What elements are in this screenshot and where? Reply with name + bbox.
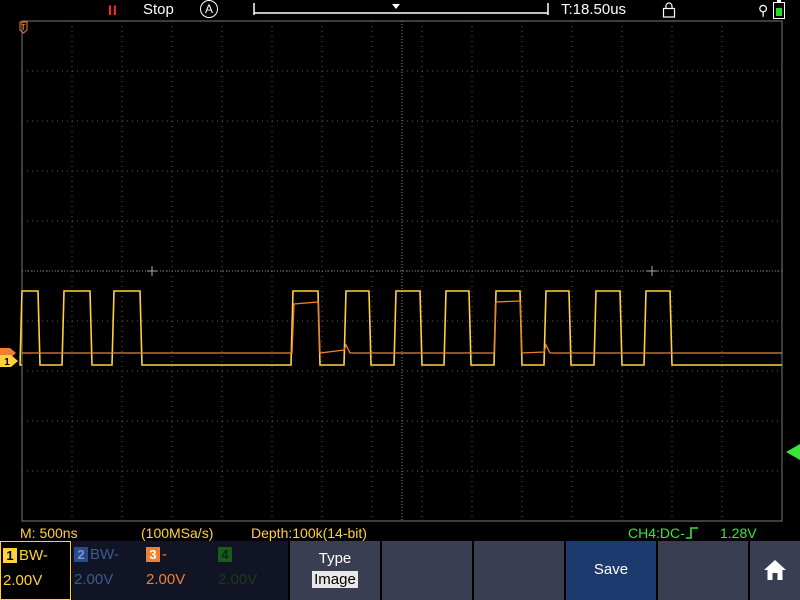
- bottom-status-bar: M: 500ns (100MSa/s) Depth:100k(14-bit) C…: [0, 525, 800, 541]
- type-softkey[interactable]: Type Image: [290, 541, 380, 600]
- trigger-source-label: CH4:DC-: [628, 525, 685, 541]
- trigger-mode-icon[interactable]: A: [200, 0, 218, 18]
- channel-1-scale: 2.00V: [3, 572, 43, 589]
- save-softkey[interactable]: Save: [566, 541, 656, 600]
- record-depth[interactable]: Depth:100k(14-bit): [251, 525, 367, 541]
- top-status-bar: II Stop A T:18.50us ⚲: [0, 0, 800, 20]
- channel-2-button[interactable]: 2 BW- 2.00V: [72, 541, 144, 600]
- horizontal-scale[interactable]: M: 500ns: [20, 525, 78, 541]
- channel-3-number: 3: [146, 547, 160, 562]
- type-softkey-value: Image: [312, 571, 358, 588]
- type-softkey-title: Type: [318, 550, 352, 567]
- lock-icon[interactable]: [662, 2, 676, 18]
- channel-4-number: 4: [218, 547, 232, 562]
- trigger-level-marker: [786, 444, 800, 460]
- memory-position-bar[interactable]: [253, 3, 549, 15]
- channel-1-bandwidth: BW-: [19, 547, 48, 564]
- channel-4-scale: 2.00V: [218, 571, 258, 588]
- empty-softkey-3[interactable]: [474, 541, 564, 600]
- home-icon: [764, 560, 786, 580]
- empty-softkey-5[interactable]: [658, 541, 748, 600]
- usb-icon: ⚲: [758, 2, 769, 18]
- channel-3-scale: 2.00V: [146, 571, 186, 588]
- trigger-time-readout[interactable]: T:18.50us: [561, 1, 626, 19]
- run-stop-icon[interactable]: II: [108, 1, 118, 19]
- empty-softkey-2[interactable]: [382, 541, 472, 600]
- trigger-source[interactable]: CH4:DC-: [628, 525, 699, 541]
- ch1-offset-label: 1: [4, 357, 10, 368]
- channel-4-button[interactable]: 4 2.00V: [216, 541, 288, 600]
- channel-3-bandwidth: -: [162, 546, 167, 563]
- battery-icon: [773, 0, 785, 19]
- trigger-position-label: T: [21, 23, 26, 32]
- home-button[interactable]: [750, 541, 800, 600]
- softkey-menu: 1 BW- 2.00V 2 BW- 2.00V 3- 2.00V 4 2.00V T…: [0, 541, 800, 600]
- waveform-display[interactable]: T1: [0, 20, 800, 526]
- rising-edge-icon: [685, 527, 698, 539]
- channel-1-number: 1: [3, 548, 17, 563]
- channel-3-button[interactable]: 3- 2.00V: [144, 541, 216, 600]
- channel-2-number: 2: [74, 547, 88, 562]
- channel-1-button[interactable]: 1 BW- 2.00V: [0, 541, 71, 600]
- sample-rate: (100MSa/s): [141, 525, 214, 541]
- channel-2-bandwidth: BW-: [90, 546, 119, 563]
- trigger-level[interactable]: 1.28V: [720, 525, 757, 541]
- save-softkey-label: Save: [593, 561, 629, 578]
- run-state-label[interactable]: Stop: [143, 1, 174, 19]
- ch1-trace: [19, 290, 782, 366]
- channel-2-scale: 2.00V: [74, 571, 114, 588]
